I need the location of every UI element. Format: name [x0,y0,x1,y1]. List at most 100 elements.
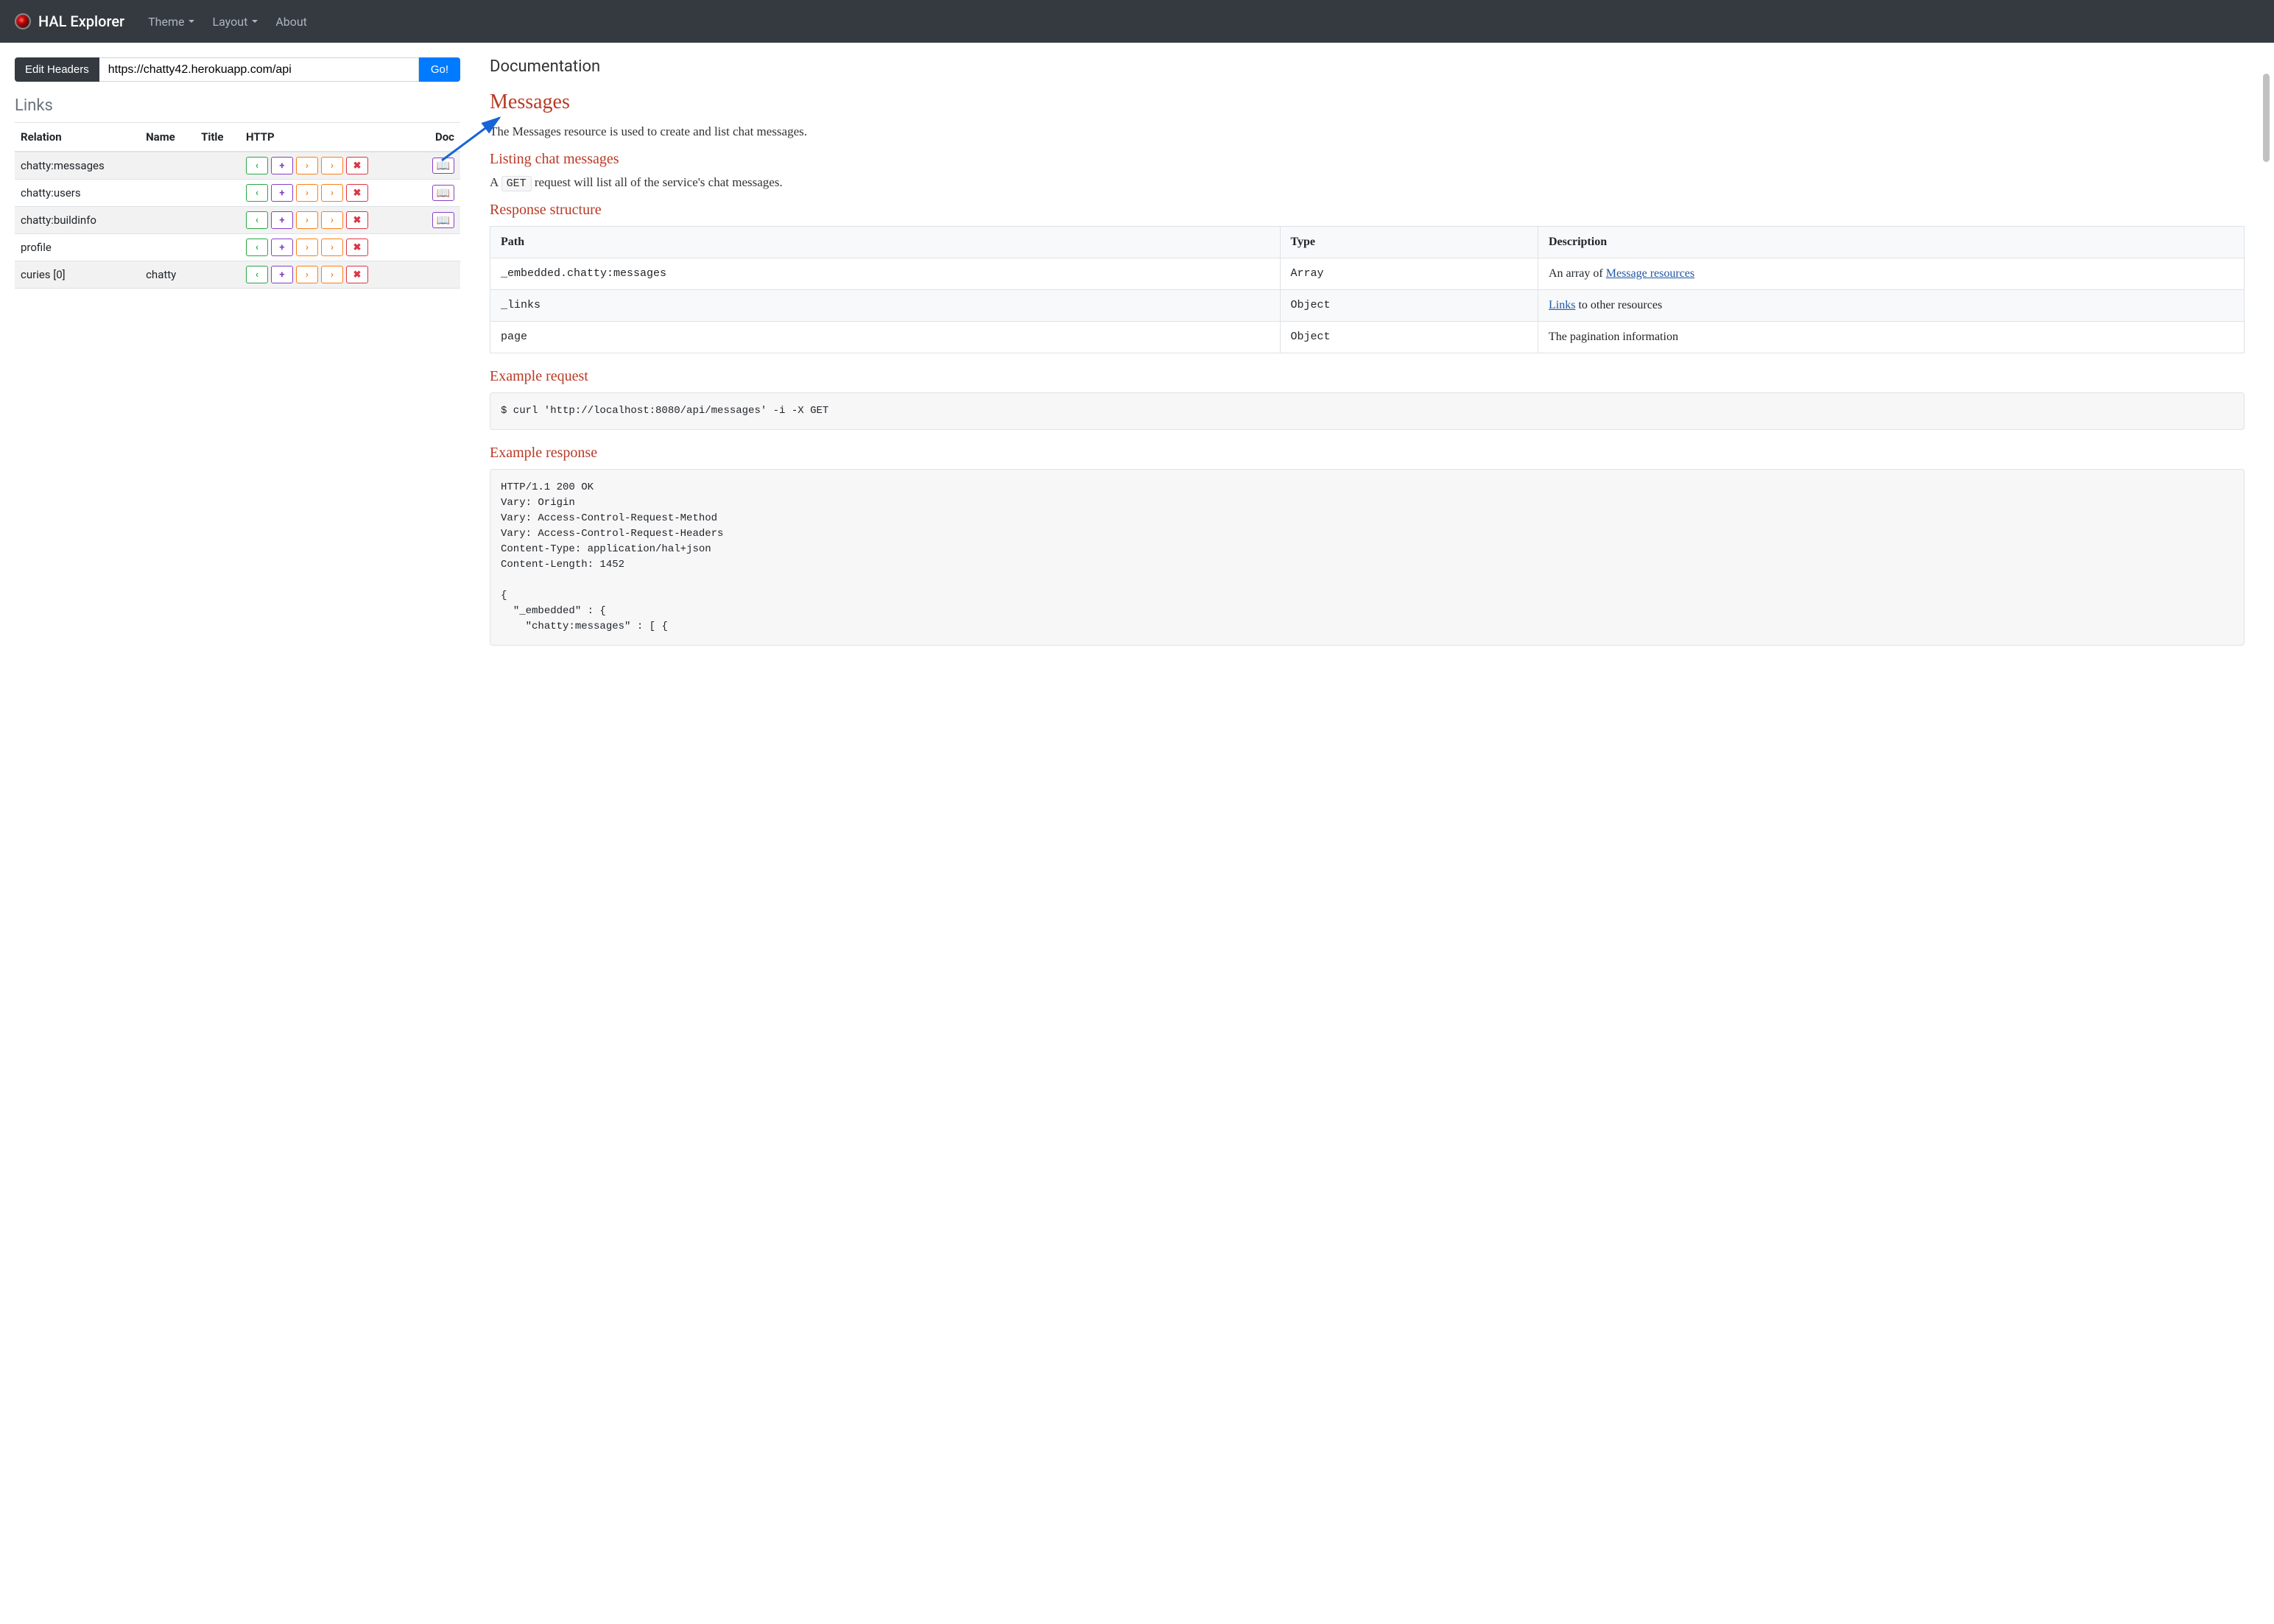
title-cell [195,152,240,180]
title-cell [195,207,240,234]
response-table: Path Type Description _embedded.chatty:m… [490,226,2245,353]
table-row: curies [0]chatty‹+››✖ [15,261,460,289]
get-button[interactable]: ‹ [246,184,268,202]
rel-cell: chatty:messages [15,152,140,180]
table-row: profile‹+››✖ [15,234,460,261]
brand[interactable]: HAL Explorer [15,13,124,30]
table-row: chatty:messages‹+››✖📖 [15,152,460,180]
patch-button[interactable]: › [321,157,343,174]
doc-cell: 📖 [416,207,460,234]
links-title: Links [15,96,460,115]
table-row: _embedded.chatty:messagesArrayAn array o… [490,258,2245,290]
nav-layout-label: Layout [212,15,247,29]
title-cell [195,234,240,261]
delete-button[interactable]: ✖ [346,184,368,202]
url-input[interactable] [99,57,419,82]
post-button[interactable]: + [271,211,293,229]
example-request: $ curl 'http://localhost:8080/api/messag… [490,392,2245,430]
go-button[interactable]: Go! [419,57,460,82]
get-button[interactable]: ‹ [246,239,268,256]
put-button[interactable]: › [296,239,318,256]
doc-listing-pre: A [490,175,501,189]
navbar: HAL Explorer Theme Layout About [0,0,2274,43]
post-button[interactable]: + [271,184,293,202]
doc-link[interactable]: Message resources [1606,267,1694,280]
type-cell: Object [1280,322,1538,353]
put-button[interactable]: › [296,184,318,202]
patch-button[interactable]: › [321,211,343,229]
scrollbar[interactable] [2263,74,2270,162]
delete-button[interactable]: ✖ [346,239,368,256]
links-table: Relation Name Title HTTP Doc chatty:mess… [15,122,460,289]
doc-icon[interactable]: 📖 [432,212,454,228]
nav-theme[interactable]: Theme [139,9,203,35]
doc-link[interactable]: Links [1549,299,1575,311]
links-th-doc: Doc [416,123,460,152]
rel-cell: profile [15,234,140,261]
doc-cell [416,234,460,261]
name-cell: chatty [140,261,195,289]
post-button[interactable]: + [271,266,293,283]
links-th-name: Name [140,123,195,152]
doc-title: Documentation [490,57,2245,76]
nav-theme-label: Theme [148,15,184,29]
doc-cell [416,261,460,289]
get-button[interactable]: ‹ [246,211,268,229]
table-row: chatty:buildinfo‹+››✖📖 [15,207,460,234]
desc-cell: The pagination information [1538,322,2244,353]
doc-panel[interactable]: Documentation Messages The Messages reso… [490,57,2259,660]
title-cell [195,180,240,207]
left-panel: Edit Headers Go! Links Relation Name Tit… [15,57,460,660]
delete-button[interactable]: ✖ [346,157,368,174]
doc-exreq-h: Example request [490,368,2245,385]
edit-headers-button[interactable]: Edit Headers [15,57,99,82]
put-button[interactable]: › [296,266,318,283]
http-cell: ‹+››✖ [240,234,416,261]
path-cell: page [490,322,1281,353]
doc-cell: 📖 [416,180,460,207]
path-cell: _embedded.chatty:messages [490,258,1281,290]
http-cell: ‹+››✖ [240,261,416,289]
doc-icon[interactable]: 📖 [432,158,454,174]
post-button[interactable]: + [271,239,293,256]
name-cell [140,152,195,180]
doc-listing-code: GET [501,176,532,191]
patch-button[interactable]: › [321,239,343,256]
doc-intro: The Messages resource is used to create … [490,124,2245,139]
resp-th-path: Path [490,227,1281,258]
type-cell: Object [1280,290,1538,322]
delete-button[interactable]: ✖ [346,266,368,283]
main: Edit Headers Go! Links Relation Name Tit… [0,43,2274,675]
table-row: _linksObjectLinks to other resources [490,290,2245,322]
put-button[interactable]: › [296,157,318,174]
name-cell [140,234,195,261]
delete-button[interactable]: ✖ [346,211,368,229]
http-cell: ‹+››✖ [240,180,416,207]
get-button[interactable]: ‹ [246,266,268,283]
type-cell: Array [1280,258,1538,290]
rel-cell: chatty:users [15,180,140,207]
doc-icon[interactable]: 📖 [432,185,454,201]
nav-about-label: About [275,15,307,29]
brand-text: HAL Explorer [38,13,124,30]
post-button[interactable]: + [271,157,293,174]
http-cell: ‹+››✖ [240,152,416,180]
url-toolbar: Edit Headers Go! [15,57,460,82]
patch-button[interactable]: › [321,184,343,202]
nav-layout[interactable]: Layout [203,9,267,35]
table-row: pageObjectThe pagination information [490,322,2245,353]
doc-resp-h: Response structure [490,202,2245,219]
title-cell [195,261,240,289]
patch-button[interactable]: › [321,266,343,283]
put-button[interactable]: › [296,211,318,229]
hal-eye-icon [15,13,31,29]
path-cell: _links [490,290,1281,322]
http-cell: ‹+››✖ [240,207,416,234]
get-button[interactable]: ‹ [246,157,268,174]
links-th-title: Title [195,123,240,152]
name-cell [140,207,195,234]
links-th-http: HTTP [240,123,416,152]
nav-about[interactable]: About [267,9,316,35]
resp-th-desc: Description [1538,227,2244,258]
doc-listing-post: request will list all of the service's c… [532,175,783,189]
